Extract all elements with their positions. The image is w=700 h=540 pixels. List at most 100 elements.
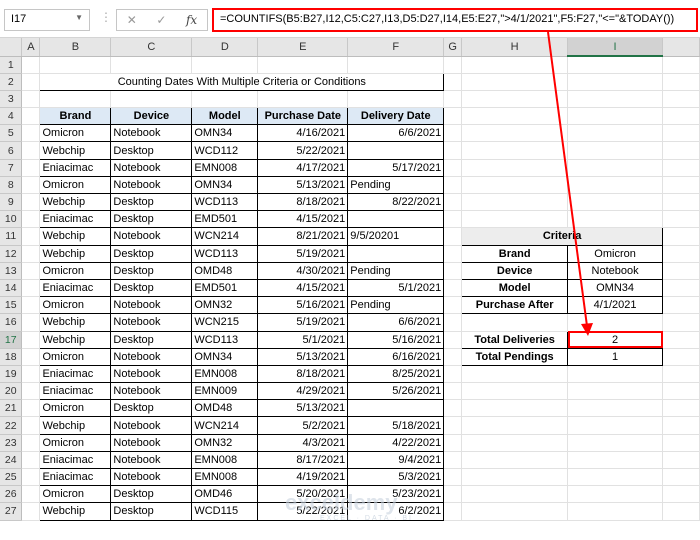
cell-a10[interactable]: [21, 210, 41, 229]
column-header-blank[interactable]: [662, 38, 700, 57]
table-cell[interactable]: OMD46: [191, 485, 259, 504]
table-cell[interactable]: Desktop: [110, 210, 193, 229]
empty-cell[interactable]: [662, 159, 700, 177]
table-cell[interactable]: 8/22/2021: [347, 192, 445, 212]
cell-a14[interactable]: [21, 279, 41, 298]
cell-a18[interactable]: [21, 348, 41, 366]
table-cell[interactable]: [347, 244, 445, 263]
row-header-9[interactable]: 9: [0, 193, 23, 212]
table-cell[interactable]: Desktop: [110, 399, 193, 418]
empty-cell[interactable]: [461, 416, 569, 435]
table-cell[interactable]: 4/29/2021: [257, 382, 349, 401]
table-cell[interactable]: 5/13/2021: [257, 175, 349, 195]
table-cell[interactable]: EMD501: [191, 278, 259, 298]
empty-cell[interactable]: [567, 382, 664, 401]
empty-cell[interactable]: [662, 502, 700, 521]
table-cell[interactable]: WCD113: [191, 192, 259, 212]
empty-cell[interactable]: [662, 279, 700, 298]
enter-icon[interactable]: ✓: [156, 13, 166, 27]
row-header-25[interactable]: 25: [0, 468, 23, 487]
table-cell[interactable]: 5/19/2021: [257, 313, 349, 332]
table-cell[interactable]: EMN009: [191, 382, 259, 401]
row-header-12[interactable]: 12: [0, 245, 23, 263]
row-header-6[interactable]: 6: [0, 141, 23, 160]
formula-input[interactable]: =COUNTIFS(B5:B27,I12,C5:C27,I13,D5:D27,I…: [212, 8, 698, 32]
empty-cell[interactable]: [461, 502, 569, 521]
criteria-value[interactable]: OMN34: [567, 278, 664, 298]
cell-g6[interactable]: [443, 141, 463, 160]
table-cell[interactable]: OMD48: [191, 261, 259, 280]
cell-g13[interactable]: [443, 262, 463, 280]
cell-a16[interactable]: [21, 313, 41, 332]
empty-cell[interactable]: [191, 56, 259, 74]
empty-cell[interactable]: [567, 124, 664, 143]
row-header-22[interactable]: 22: [0, 416, 23, 435]
empty-cell[interactable]: [662, 468, 700, 487]
cell-g4[interactable]: [443, 107, 463, 126]
cell-a25[interactable]: [21, 468, 41, 487]
empty-cell[interactable]: [662, 245, 700, 263]
empty-cell[interactable]: [567, 468, 664, 487]
table-cell[interactable]: WCN215: [191, 313, 259, 332]
table-cell[interactable]: 5/1/2021: [347, 278, 445, 298]
cancel-icon[interactable]: ✕: [127, 13, 137, 27]
cell-g25[interactable]: [443, 468, 463, 487]
row-header-1[interactable]: 1: [0, 56, 23, 74]
table-cell[interactable]: 9/5/20201: [347, 227, 445, 246]
row-header-26[interactable]: 26: [0, 485, 23, 504]
empty-cell[interactable]: [567, 159, 664, 177]
empty-cell[interactable]: [110, 90, 193, 109]
table-cell[interactable]: Eniacimac: [39, 364, 112, 384]
total-deliveries-cell[interactable]: 2: [567, 330, 664, 349]
column-header-c[interactable]: C: [110, 38, 193, 57]
cell-g5[interactable]: [443, 124, 463, 143]
empty-cell[interactable]: [662, 90, 700, 109]
table-cell[interactable]: 5/13/2021: [257, 347, 349, 366]
table-cell[interactable]: WCD113: [191, 244, 259, 263]
table-cell[interactable]: Omicron: [39, 261, 112, 280]
cell-g19[interactable]: [443, 365, 463, 384]
row-header-2[interactable]: 2: [0, 73, 23, 91]
select-all-corner[interactable]: [0, 38, 23, 57]
table-cell[interactable]: Pending: [347, 175, 445, 195]
table-cell[interactable]: 5/3/2021: [347, 467, 445, 487]
cell-g24[interactable]: [443, 451, 463, 470]
row-header-14[interactable]: 14: [0, 279, 23, 298]
table-cell[interactable]: 8/18/2021: [257, 192, 349, 212]
empty-cell[interactable]: [461, 193, 569, 212]
empty-cell[interactable]: [461, 210, 569, 229]
table-cell[interactable]: WCD115: [191, 502, 259, 521]
chevron-down-icon[interactable]: ▼: [75, 13, 83, 22]
table-cell[interactable]: [347, 399, 445, 418]
table-cell[interactable]: Webchip: [39, 416, 112, 435]
table-cell[interactable]: Notebook: [110, 227, 193, 246]
drag-handle-icon[interactable]: ⋮: [100, 10, 112, 24]
empty-cell[interactable]: [461, 313, 569, 332]
empty-cell[interactable]: [662, 176, 700, 195]
table-cell[interactable]: Notebook: [110, 450, 193, 470]
cell-g26[interactable]: [443, 485, 463, 504]
empty-cell[interactable]: [662, 348, 700, 366]
row-header-18[interactable]: 18: [0, 348, 23, 366]
column-header-g[interactable]: G: [443, 38, 463, 57]
empty-cell[interactable]: [567, 90, 664, 109]
table-cell[interactable]: Notebook: [110, 364, 193, 384]
table-cell[interactable]: OMN32: [191, 296, 259, 315]
table-cell[interactable]: OMN34: [191, 175, 259, 195]
empty-cell[interactable]: [461, 434, 569, 452]
empty-cell[interactable]: [662, 485, 700, 504]
cell-a5[interactable]: [21, 124, 41, 143]
table-cell[interactable]: 8/17/2021: [257, 450, 349, 470]
cell-g12[interactable]: [443, 245, 463, 263]
row-header-8[interactable]: 8: [0, 176, 23, 195]
row-header-3[interactable]: 3: [0, 90, 23, 109]
empty-cell[interactable]: [461, 382, 569, 401]
table-cell[interactable]: 9/4/2021: [347, 450, 445, 470]
table-cell[interactable]: Notebook: [110, 158, 193, 177]
row-header-15[interactable]: 15: [0, 296, 23, 315]
table-cell[interactable]: 4/19/2021: [257, 467, 349, 487]
table-cell[interactable]: Omicron: [39, 175, 112, 195]
empty-cell[interactable]: [662, 141, 700, 160]
table-cell[interactable]: 4/3/2021: [257, 433, 349, 452]
empty-cell[interactable]: [567, 141, 664, 160]
